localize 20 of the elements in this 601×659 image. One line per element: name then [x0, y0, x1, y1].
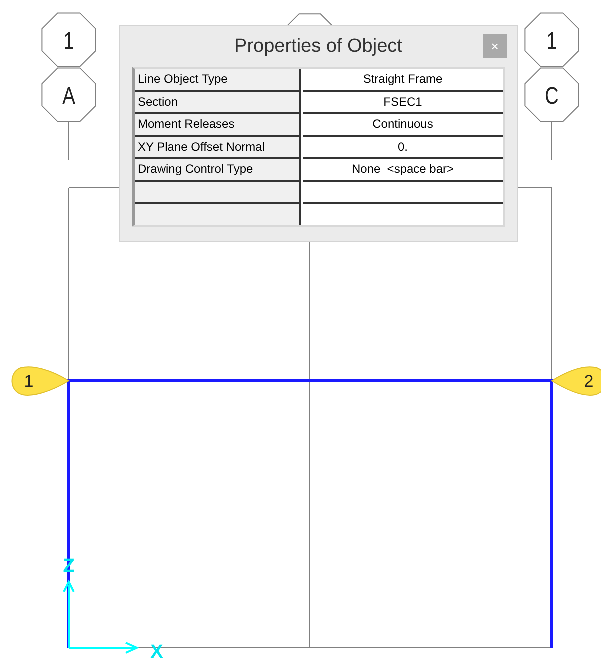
grid-bubble: 1	[524, 12, 580, 68]
property-value[interactable]: 0.	[303, 136, 503, 159]
property-value[interactable]: FSEC1	[303, 92, 503, 114]
property-name: Line Object Type	[135, 69, 301, 92]
grid-bubble: A	[42, 68, 96, 122]
story-marker: 2	[552, 366, 601, 396]
property-name: Moment Releases	[135, 114, 301, 136]
property-value[interactable]: None <space bar>	[303, 159, 503, 182]
property-value[interactable]: Straight Frame	[303, 69, 503, 92]
property-name: Section	[135, 92, 301, 114]
property-value[interactable]: Continuous	[303, 114, 503, 136]
grid-bubble: C	[524, 68, 580, 122]
z-axis	[63, 580, 75, 648]
property-name: Drawing Control Type	[135, 159, 301, 182]
dialog-title: Properties of Object	[234, 36, 402, 58]
axis-label: X	[150, 642, 164, 659]
property-name: XY Plane Offset Normal	[135, 136, 301, 159]
story-marker: 1	[12, 366, 70, 396]
x-axis	[69, 642, 140, 654]
grid-bubble: 1	[42, 12, 96, 68]
